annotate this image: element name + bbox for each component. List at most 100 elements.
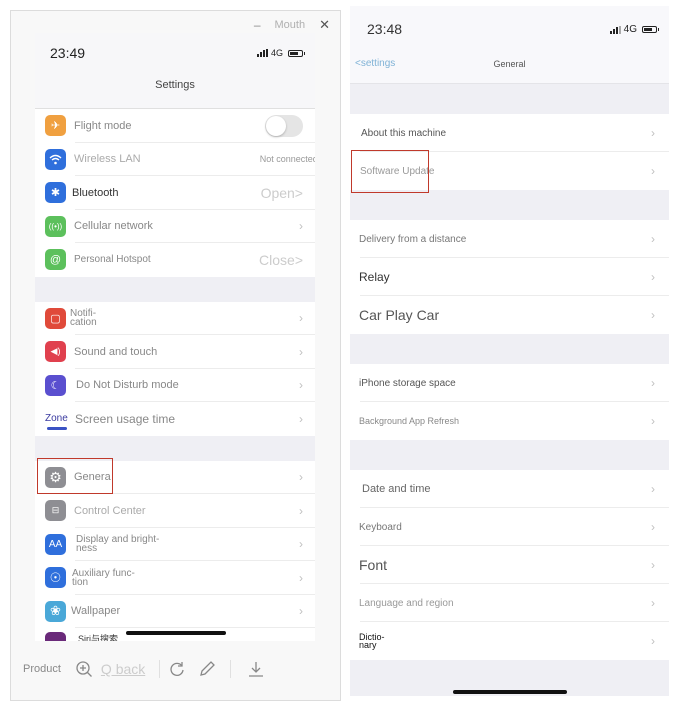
section-gap: [350, 84, 669, 114]
airplane-icon: ✈: [45, 115, 66, 137]
section-gap: [35, 276, 315, 302]
pencil-icon[interactable]: [198, 660, 216, 678]
chevron-right-icon: ›: [651, 558, 655, 572]
row-label: Delivery from a distance: [359, 233, 467, 245]
signal-icon: [609, 25, 621, 34]
row-label: Wallpaper: [71, 605, 121, 618]
product-label[interactable]: Product: [23, 663, 61, 675]
row-label: Notifi- cation: [70, 309, 97, 328]
row-label: Language and region: [359, 597, 454, 609]
row-label: Date and time: [362, 483, 431, 495]
settings-row-bluetooth[interactable]: ✱ Bluetooth Open>: [35, 176, 315, 210]
flower-icon: ❀: [45, 600, 66, 622]
chevron-right-icon: ›: [299, 311, 303, 326]
settings-row-cellular-network[interactable]: ((•)) Cellular network ›: [35, 210, 315, 244]
row-label-line2: nary: [359, 640, 377, 650]
settings-row-personal-hotspot[interactable]: @ Personal Hotspot Close>: [35, 243, 315, 277]
settings-row-auxiliary-function[interactable]: ☉ Auxiliary func- tion ›: [35, 561, 315, 595]
left-window: – Mouth ✕ 23:49 4G Settings ✈ Flight mod…: [10, 10, 341, 701]
general-row-about[interactable]: About this machine ›: [350, 114, 669, 152]
nav-bar: <settings General: [350, 46, 669, 84]
siri-icon: [45, 632, 66, 641]
highlight-box-software-update: [351, 150, 429, 193]
flight-mode-toggle[interactable]: [265, 114, 303, 137]
rotate-icon[interactable]: [168, 660, 186, 678]
bluetooth-icon: ✱: [45, 182, 66, 204]
row-value: Open>: [260, 184, 303, 201]
row-label: Display and bright- ness: [76, 535, 159, 555]
status-bar: 23:48 4G: [350, 6, 669, 46]
settings-row-screen-usage-time[interactable]: Zone Screen usage time ›: [35, 402, 315, 436]
chevron-right-icon: ›: [299, 604, 303, 619]
window-controls: – Mouth ✕: [254, 17, 330, 33]
network-type: 4G: [270, 48, 283, 58]
chevron-right-icon: ›: [299, 503, 303, 518]
chevron-right-icon: ›: [299, 570, 303, 585]
download-icon[interactable]: [247, 660, 265, 678]
general-row-carplay[interactable]: Car Play Car ›: [350, 296, 669, 334]
chevron-right-icon: ›: [651, 482, 655, 496]
general-row-date-time[interactable]: Date and time ›: [350, 470, 669, 508]
settings-row-display-brightness[interactable]: AA Display and bright- ness ›: [35, 528, 315, 562]
zoom-in-icon[interactable]: [75, 660, 93, 678]
antenna-icon: ((•)): [45, 215, 66, 237]
general-row-language-region[interactable]: Language and region ›: [350, 584, 669, 622]
chevron-right-icon: ›: [299, 470, 303, 485]
row-label: Dictio- nary: [359, 633, 385, 650]
row-label: Background App Refresh: [359, 416, 460, 426]
signal-icon: [256, 49, 268, 57]
settings-group-notifications: ▢ Notifi- cation › ◀) Sound and touch › …: [35, 301, 315, 436]
row-label: About this machine: [361, 127, 447, 139]
bottom-toolbar: Product Q back: [11, 649, 340, 689]
row-value: Not connected>: [259, 154, 315, 165]
general-row-background-refresh[interactable]: Background App Refresh ›: [350, 402, 669, 440]
minimize-button[interactable]: –: [254, 18, 261, 32]
row-label: Sound and touch: [74, 345, 158, 358]
accessibility-icon: ☉: [45, 567, 66, 589]
toolbar-divider: [159, 660, 161, 678]
status-bar: 23:49 4G: [35, 33, 315, 73]
general-group-3: iPhone storage space › Background App Re…: [350, 364, 669, 440]
status-time: 23:48: [367, 21, 403, 37]
settings-row-wallpaper[interactable]: ❀ Wallpaper ›: [35, 595, 315, 629]
row-value: Close>: [259, 251, 303, 268]
chevron-right-icon: ›: [299, 537, 303, 552]
settings-row-do-not-disturb[interactable]: ☾ Do Not Disturb mode ›: [35, 369, 315, 403]
settings-row-sound-and-touch[interactable]: ◀) Sound and touch ›: [35, 335, 315, 369]
general-row-dictionary[interactable]: Dictio- nary ›: [350, 622, 669, 660]
chevron-right-icon: ›: [651, 164, 655, 178]
row-label: Bluetooth: [72, 186, 119, 199]
switches-icon: ⊟: [45, 500, 66, 522]
chevron-right-icon: ›: [651, 634, 655, 648]
general-group-2: Delivery from a distance › Relay › Car P…: [350, 220, 669, 334]
chevron-right-icon: ›: [651, 308, 655, 322]
row-label: Siri与搜索: [78, 634, 118, 641]
row-label: Auxiliary func- tion: [72, 568, 135, 588]
row-label-line2: ness: [76, 543, 98, 555]
settings-row-notification[interactable]: ▢ Notifi- cation ›: [35, 302, 315, 336]
general-row-keyboard[interactable]: Keyboard ›: [350, 508, 669, 546]
general-row-relay[interactable]: Relay ›: [350, 258, 669, 296]
general-row-font[interactable]: Font ›: [350, 546, 669, 584]
row-label: Control Center: [74, 504, 146, 517]
chevron-right-icon: ›: [651, 520, 655, 534]
close-button[interactable]: ✕: [319, 17, 330, 33]
back-button[interactable]: Q back: [101, 661, 145, 677]
section-gap: [350, 190, 669, 220]
status-time: 23:49: [50, 45, 86, 61]
row-label: Screen usage time: [75, 411, 176, 426]
row-label-line2: tion: [72, 576, 89, 588]
settings-row-flight-mode[interactable]: ✈ Flight mode: [35, 109, 315, 143]
section-gap: [35, 435, 315, 461]
chevron-right-icon: ›: [299, 411, 303, 426]
row-label: Relay: [359, 270, 390, 284]
settings-row-wireless-lan[interactable]: Wireless LAN Not connected>: [35, 143, 315, 177]
general-row-storage[interactable]: iPhone storage space ›: [350, 364, 669, 402]
row-label: iPhone storage space: [359, 377, 456, 389]
chevron-right-icon: ›: [651, 414, 655, 428]
wifi-icon: [45, 148, 66, 170]
phone-screen-settings: 23:49 4G Settings ✈ Flight mode Wireless…: [35, 33, 315, 641]
page-title: General: [493, 59, 526, 69]
general-row-delivery[interactable]: Delivery from a distance ›: [350, 220, 669, 258]
settings-row-control-center[interactable]: ⊟ Control Center ›: [35, 494, 315, 528]
